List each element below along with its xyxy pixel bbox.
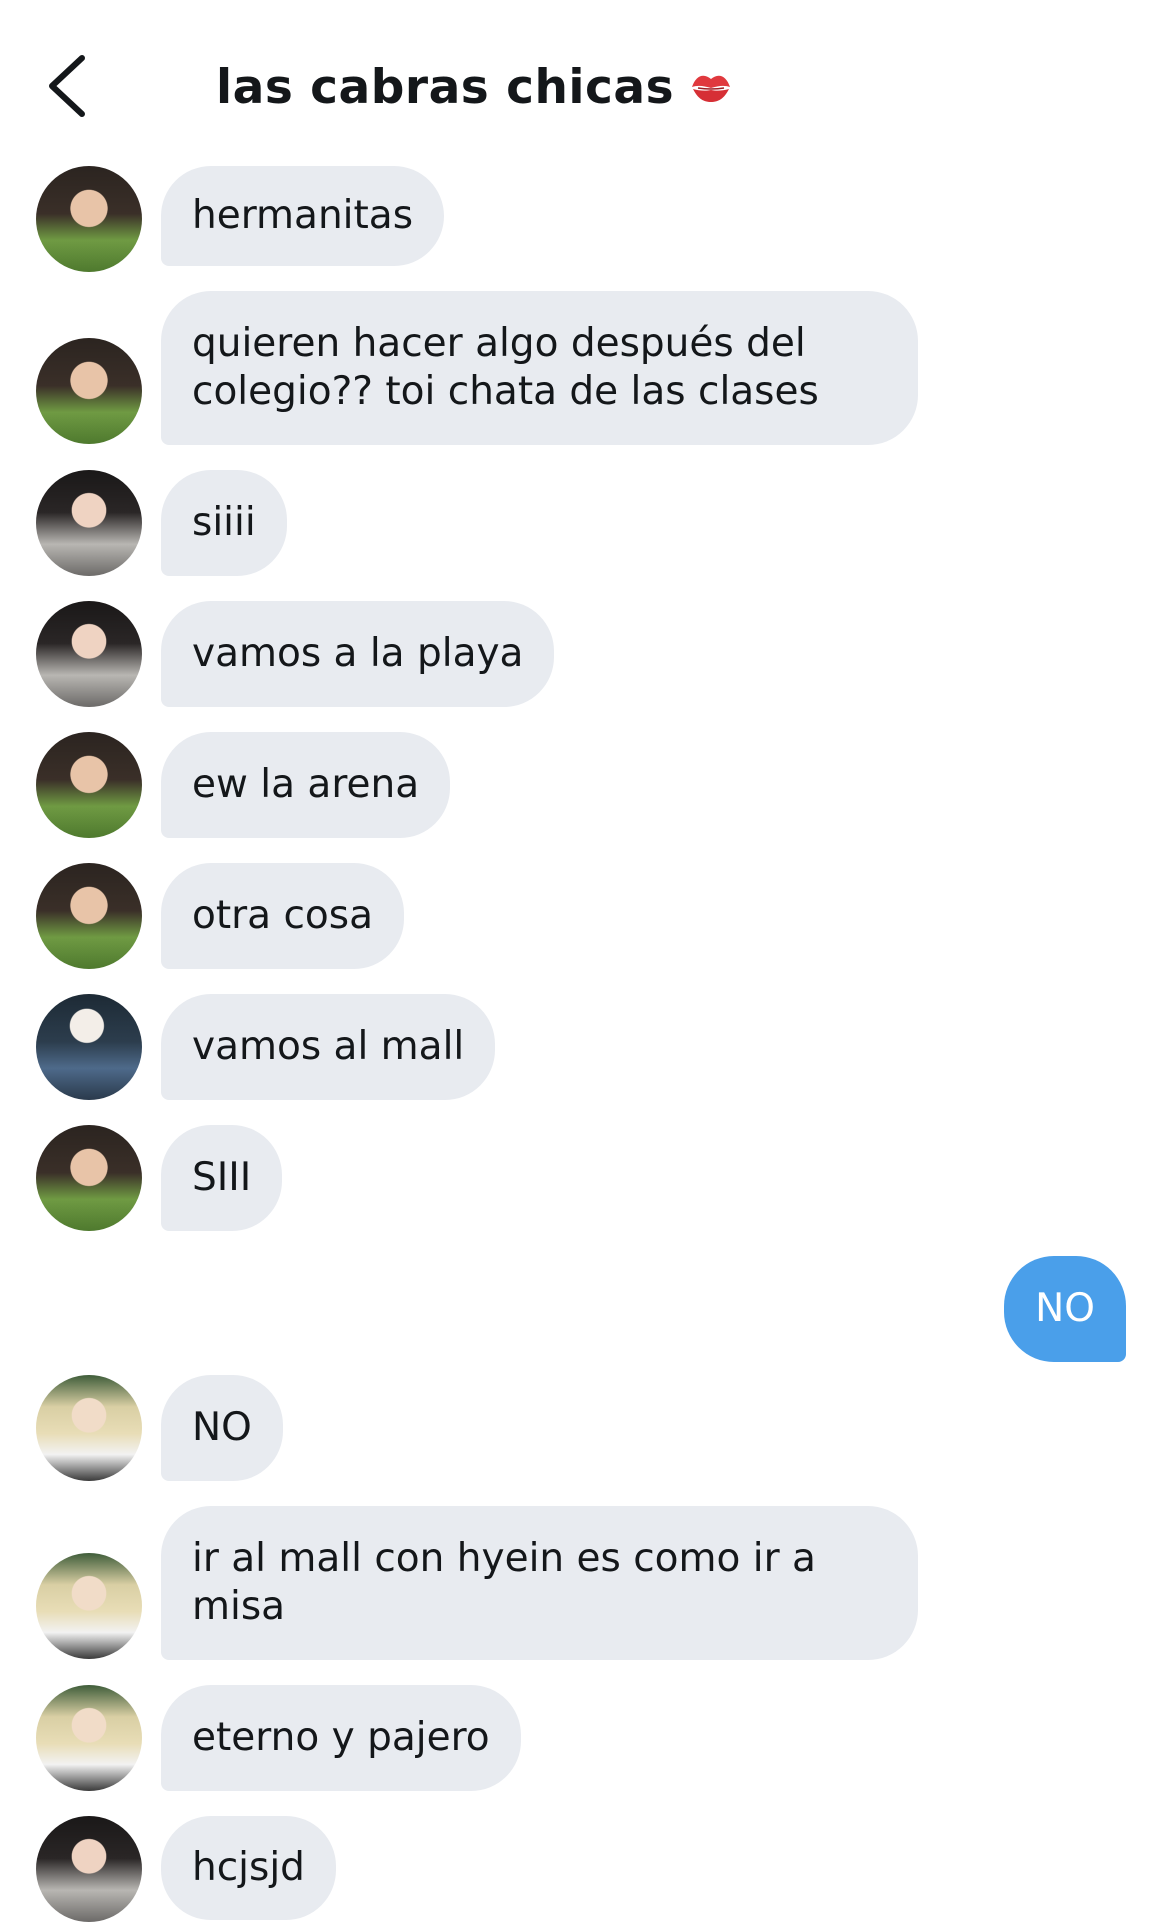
- message-bubble[interactable]: ew la arena: [161, 732, 451, 838]
- avatar[interactable]: [36, 1125, 142, 1231]
- kiss-mark-icon: [688, 67, 734, 107]
- message-bubble[interactable]: SIII: [161, 1125, 283, 1231]
- message-bubble[interactable]: vamos a la playa: [161, 601, 555, 707]
- chevron-left-icon: [36, 46, 96, 126]
- message-bubble[interactable]: siiii: [161, 470, 287, 576]
- avatar[interactable]: [36, 1816, 142, 1922]
- avatar[interactable]: [36, 601, 142, 707]
- avatar[interactable]: [36, 1553, 142, 1659]
- avatar[interactable]: [36, 1375, 142, 1481]
- message-bubble[interactable]: hermanitas: [161, 166, 445, 266]
- message-bubble[interactable]: eterno y pajero: [161, 1685, 521, 1791]
- avatar[interactable]: [36, 338, 142, 444]
- avatar[interactable]: [36, 732, 142, 838]
- avatar[interactable]: [36, 1685, 142, 1791]
- avatar[interactable]: [36, 166, 142, 272]
- avatar[interactable]: [36, 863, 142, 969]
- chat-header: las cabras chicas: [0, 0, 1162, 170]
- avatar[interactable]: [36, 994, 142, 1100]
- avatar[interactable]: [36, 470, 142, 576]
- message-bubble[interactable]: otra cosa: [161, 863, 405, 969]
- message-bubble[interactable]: quieren hacer algo después del colegio??…: [161, 291, 918, 445]
- back-button[interactable]: [36, 46, 96, 126]
- message-bubble-outgoing[interactable]: NO: [1004, 1256, 1126, 1362]
- chat-title[interactable]: las cabras chicas: [216, 56, 734, 118]
- message-bubble[interactable]: ir al mall con hyein es como ir a misa: [161, 1506, 918, 1660]
- group-name: las cabras chicas: [216, 59, 675, 115]
- message-bubble[interactable]: vamos al mall: [161, 994, 496, 1100]
- message-bubble[interactable]: hcjsjd: [161, 1816, 336, 1920]
- message-bubble[interactable]: NO: [161, 1375, 283, 1481]
